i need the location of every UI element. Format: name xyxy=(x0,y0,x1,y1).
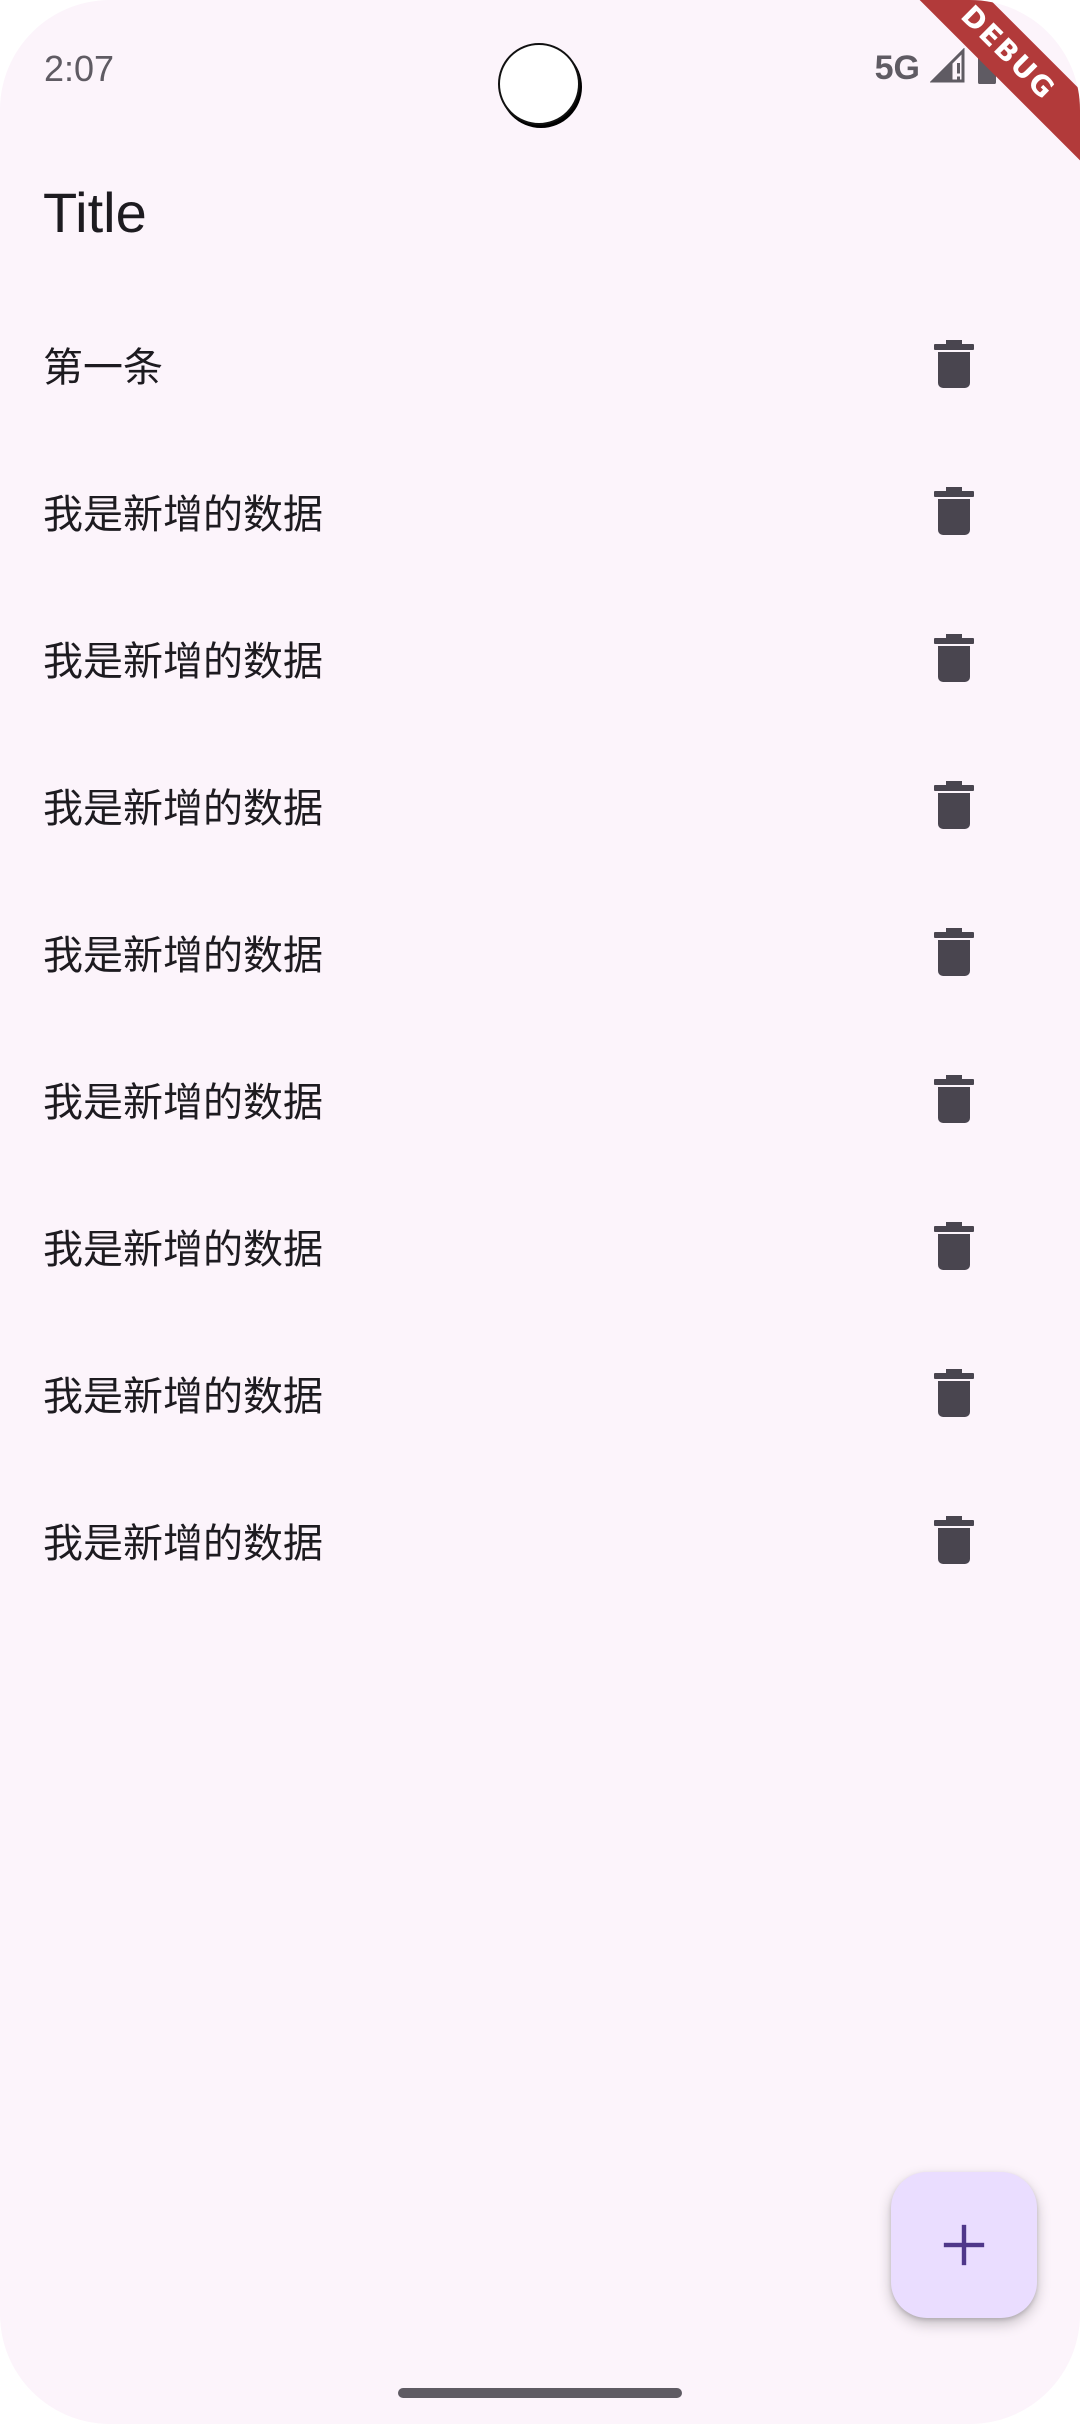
delete-button[interactable] xyxy=(918,328,990,400)
delete-button[interactable] xyxy=(918,1210,990,1282)
list-item-label: 我是新增的数据 xyxy=(43,1079,323,1126)
delete-button[interactable] xyxy=(918,1504,990,1576)
delete-button[interactable] xyxy=(918,475,990,547)
list-item-label: 我是新增的数据 xyxy=(43,1520,323,1567)
list-item-label: 我是新增的数据 xyxy=(43,638,323,685)
trash-icon xyxy=(934,1515,974,1564)
debug-banner: DEBUG xyxy=(884,0,1080,177)
list-item: 第一条 xyxy=(0,290,1080,437)
trash-icon xyxy=(934,1074,974,1123)
list-item-label: 第一条 xyxy=(43,344,163,391)
list-item: 我是新增的数据 xyxy=(0,1172,1080,1319)
trash-icon xyxy=(934,486,974,535)
status-bar: 2:07 5G DEBUG xyxy=(0,0,1080,177)
list-item: 我是新增的数据 xyxy=(0,731,1080,878)
list-item: 我是新增的数据 xyxy=(0,1319,1080,1466)
trash-icon xyxy=(934,1221,974,1270)
delete-button[interactable] xyxy=(918,916,990,988)
delete-button[interactable] xyxy=(918,622,990,694)
add-item-button[interactable] xyxy=(891,2172,1037,2318)
delete-button[interactable] xyxy=(918,769,990,841)
item-list: 第一条 我是新增的数据 我是新增的数据 我是新增的数据 我是新增的数据 我是新增… xyxy=(0,290,1080,1613)
list-item: 我是新增的数据 xyxy=(0,584,1080,731)
home-indicator[interactable] xyxy=(398,2388,682,2398)
trash-icon xyxy=(934,927,974,976)
list-item: 我是新增的数据 xyxy=(0,1466,1080,1613)
app-screen: 2:07 5G DEBUG Title 第一条 我是新增的数据 我是新增的数据 … xyxy=(0,0,1080,2424)
page-title: Title xyxy=(43,181,147,244)
list-item-label: 我是新增的数据 xyxy=(43,932,323,979)
trash-icon xyxy=(934,633,974,682)
list-item-label: 我是新增的数据 xyxy=(43,491,323,538)
network-type: 5G xyxy=(874,48,920,87)
camera-cutout xyxy=(498,43,580,125)
list-item: 我是新增的数据 xyxy=(0,878,1080,1025)
list-item-label: 我是新增的数据 xyxy=(43,1373,323,1420)
plus-icon xyxy=(943,2224,985,2266)
list-item: 我是新增的数据 xyxy=(0,437,1080,584)
signal-icon xyxy=(929,47,966,88)
list-item: 我是新增的数据 xyxy=(0,1025,1080,1172)
trash-icon xyxy=(934,1368,974,1417)
list-item-label: 我是新增的数据 xyxy=(43,785,323,832)
trash-icon xyxy=(934,780,974,829)
trash-icon xyxy=(934,339,974,388)
list-item-label: 我是新增的数据 xyxy=(43,1226,323,1273)
delete-button[interactable] xyxy=(918,1063,990,1135)
delete-button[interactable] xyxy=(918,1357,990,1429)
status-time: 2:07 xyxy=(44,48,115,89)
